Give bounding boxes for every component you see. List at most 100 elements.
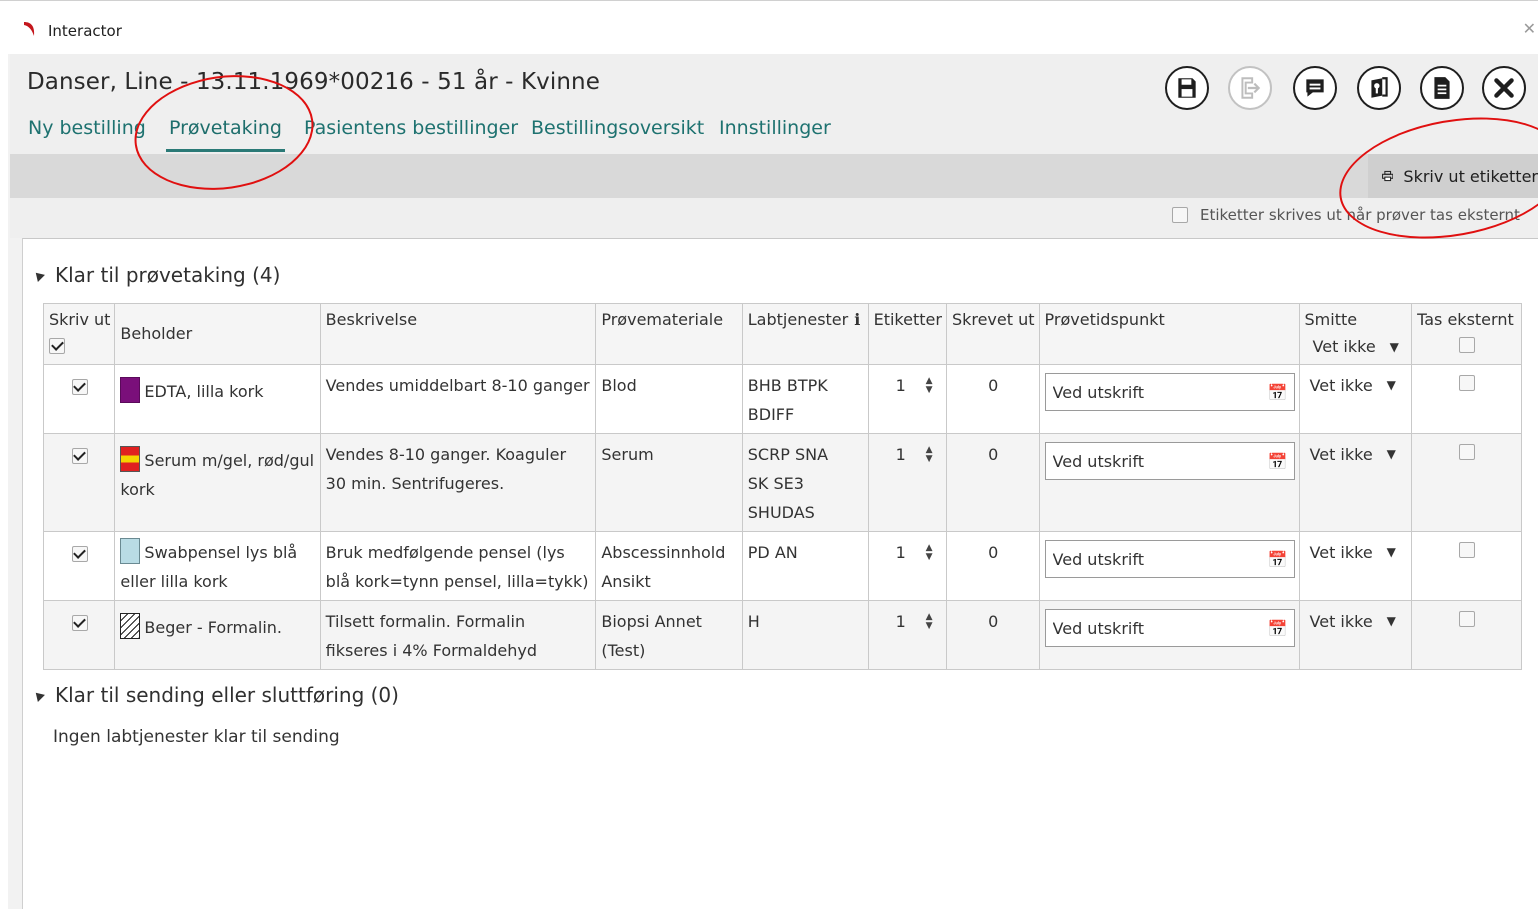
stepper-arrows-icon[interactable]: ▲ ▼ xyxy=(926,376,933,395)
infection-value: Vet ikke xyxy=(1309,543,1373,562)
external-labels-checkbox[interactable] xyxy=(1172,207,1188,223)
container-color-swatch xyxy=(120,446,141,472)
book-button[interactable] xyxy=(1357,66,1401,110)
row-print-checkbox[interactable] xyxy=(71,615,88,631)
dropdown-arrow-icon: ▼ xyxy=(1386,545,1396,559)
header-infection-dropdown[interactable]: Vet ikke ▼ xyxy=(1313,337,1399,356)
stepper-arrows-icon[interactable]: ▲ ▼ xyxy=(926,543,933,562)
section-ready-header[interactable]: Klar til prøvetaking (4) xyxy=(32,263,281,287)
row-external-checkbox[interactable] xyxy=(1459,444,1476,460)
table-row[interactable]: EDTA, lilla kork Vendes umiddelbart 8-10… xyxy=(42,364,1522,434)
collapse-triangle-icon xyxy=(32,688,45,702)
labels-count: 1 xyxy=(895,445,906,464)
calendar-icon[interactable]: 📅 xyxy=(1268,378,1288,407)
col-print-label: Skriv ut xyxy=(49,310,111,329)
external-all-checkbox[interactable] xyxy=(1459,337,1476,353)
app-logo-icon xyxy=(24,22,35,36)
sample-time-input[interactable] xyxy=(1052,618,1253,638)
infection-dropdown[interactable]: Vet ikke ▼ xyxy=(1310,607,1396,636)
dropdown-arrow-icon: ▼ xyxy=(1386,614,1396,628)
lab-services: BHB BTPK BDIFF xyxy=(741,364,869,434)
tab-innstillinger[interactable]: Innstillinger xyxy=(719,117,831,139)
collapse-triangle-icon xyxy=(32,268,45,282)
print-labels-button[interactable]: Skriv ut etiketter xyxy=(1368,154,1538,198)
sample-time-input[interactable] xyxy=(1052,549,1253,569)
description: Vendes 8-10 ganger. Koaguler 30 min. Sen… xyxy=(319,433,597,532)
row-print-checkbox[interactable] xyxy=(71,379,88,395)
tab-bestillingsoversikt[interactable]: Bestillingsoversikt xyxy=(531,117,704,139)
infection-dropdown[interactable]: Vet ikke ▼ xyxy=(1310,440,1396,469)
row-external-checkbox[interactable] xyxy=(1459,375,1476,391)
calendar-icon[interactable]: 📅 xyxy=(1268,447,1288,476)
stepper-arrows-icon[interactable]: ▲ ▼ xyxy=(926,612,933,631)
info-icon[interactable]: i xyxy=(854,310,860,329)
material: Serum xyxy=(595,433,743,532)
patient-info: Danser, Line - 13.11.1969*00216 - 51 år … xyxy=(27,69,600,95)
document-button[interactable] xyxy=(1420,66,1464,110)
material: Biopsi Annet (Test) xyxy=(595,600,743,670)
labels-stepper[interactable]: 1 ▲ ▼ xyxy=(874,371,933,400)
infection-dropdown[interactable]: Vet ikke ▼ xyxy=(1310,538,1396,567)
sample-time-field[interactable]: 📅 xyxy=(1044,609,1295,647)
col-lab-services-label: Labtjenester xyxy=(747,310,849,329)
window-close-icon[interactable]: ✕ xyxy=(1523,19,1536,38)
col-material: Prøvemateriale xyxy=(595,303,743,365)
close-button[interactable] xyxy=(1482,66,1526,110)
labels-count: 1 xyxy=(895,612,906,631)
container-color-swatch xyxy=(120,613,141,639)
document-icon xyxy=(1434,77,1450,99)
labels-stepper[interactable]: 1 ▲ ▼ xyxy=(874,440,933,469)
sample-time-field[interactable]: 📅 xyxy=(1044,540,1295,578)
section-send-title: Klar til sending eller sluttføring (0) xyxy=(55,683,399,707)
ready-samples-table: Skriv ut Beholder Beskrivelse Prøvemater… xyxy=(42,303,1522,670)
col-labels: Etiketter xyxy=(867,303,947,365)
calendar-icon[interactable]: 📅 xyxy=(1268,614,1288,643)
container-name: Serum m/gel, rød/gul kork xyxy=(120,451,315,499)
labels-stepper[interactable]: 1 ▲ ▼ xyxy=(874,538,933,567)
row-print-checkbox[interactable] xyxy=(71,448,88,464)
section-send-header[interactable]: Klar til sending eller sluttføring (0) xyxy=(32,683,399,707)
action-bar: Skriv ut etiketter xyxy=(10,154,1538,198)
material: Blod xyxy=(595,364,743,434)
row-external-checkbox[interactable] xyxy=(1459,542,1476,558)
tab-provetaking[interactable]: Prøvetaking xyxy=(166,117,285,152)
col-lab-services: Labtjenester i xyxy=(741,303,869,365)
comment-button[interactable] xyxy=(1293,66,1337,110)
labels-stepper[interactable]: 1 ▲ ▼ xyxy=(874,607,933,636)
table-row[interactable]: Swabpensel lys blå eller lilla kork Bruk… xyxy=(42,531,1522,601)
container-name: EDTA, lilla kork xyxy=(144,382,264,401)
col-container: Beholder xyxy=(114,303,321,365)
close-icon xyxy=(1494,78,1514,98)
export-button[interactable] xyxy=(1228,66,1272,110)
tab-ny-bestilling[interactable]: Ny bestilling xyxy=(28,117,146,139)
container-name: Beger - Formalin. xyxy=(144,618,282,637)
material: Abscessinnhold Ansikt xyxy=(595,531,743,601)
content-panel: Klar til prøvetaking (4) Skriv ut Behold… xyxy=(22,238,1538,909)
table-row[interactable]: Serum m/gel, rød/gul kork Vendes 8-10 ga… xyxy=(42,433,1522,532)
dropdown-arrow-icon: ▼ xyxy=(1389,339,1399,354)
comment-icon xyxy=(1306,79,1324,97)
table-row[interactable]: Beger - Formalin. Tilsett formalin. Form… xyxy=(42,600,1522,670)
sample-time-input[interactable] xyxy=(1052,451,1253,471)
labels-count: 1 xyxy=(895,376,906,395)
row-external-checkbox[interactable] xyxy=(1459,611,1476,627)
save-button[interactable] xyxy=(1165,66,1209,110)
select-all-checkbox[interactable] xyxy=(49,338,65,354)
tab-pasientens-bestillinger[interactable]: Pasientens bestillinger xyxy=(304,117,518,139)
infection-dropdown[interactable]: Vet ikke ▼ xyxy=(1310,371,1396,400)
sample-time-field[interactable]: 📅 xyxy=(1044,442,1295,480)
sample-time-input[interactable] xyxy=(1052,382,1253,402)
sample-time-field[interactable]: 📅 xyxy=(1044,373,1295,411)
stepper-arrows-icon[interactable]: ▲ ▼ xyxy=(926,445,933,464)
infection-value: Vet ikke xyxy=(1309,376,1373,395)
export-icon xyxy=(1241,77,1261,99)
labels-count: 1 xyxy=(895,543,906,562)
col-external-label: Tas eksternt xyxy=(1417,310,1514,329)
container-name: Swabpensel lys blå eller lilla kork xyxy=(120,543,298,591)
col-external: Tas eksternt xyxy=(1411,303,1522,365)
section-ready-title: Klar til prøvetaking (4) xyxy=(55,263,281,287)
window-titlebar: Interactor ✕ xyxy=(0,0,1538,54)
row-print-checkbox[interactable] xyxy=(71,546,88,562)
calendar-icon[interactable]: 📅 xyxy=(1268,545,1288,574)
printed-count: 0 xyxy=(945,433,1040,532)
